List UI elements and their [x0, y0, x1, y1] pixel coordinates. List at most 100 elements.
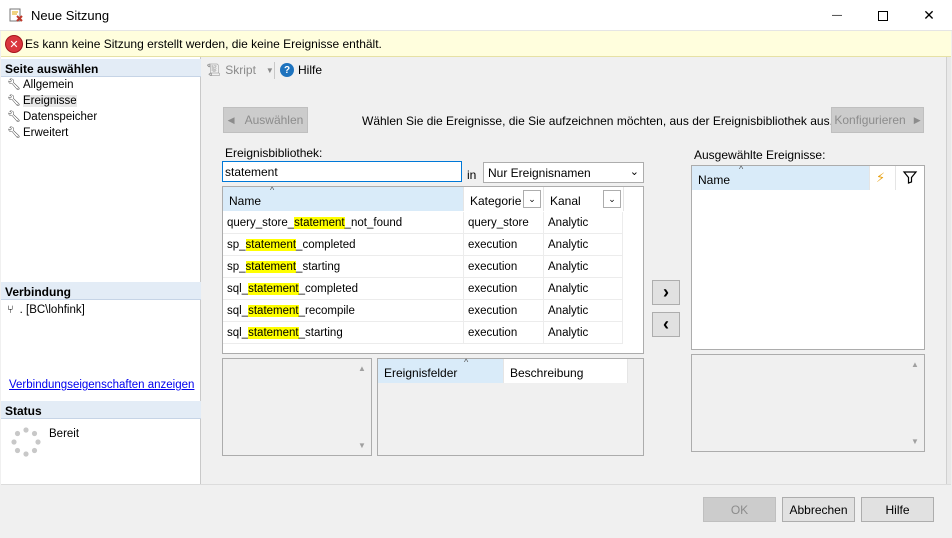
scroll-up-icon[interactable]: ▲ — [907, 360, 923, 369]
scroll-up-icon[interactable]: ▲ — [354, 364, 370, 373]
script-button[interactable]: 📜︎ Skript ▼ — [206, 63, 274, 77]
connection-row: ⑂ . [BC\lohfink] — [7, 304, 85, 316]
filter-select[interactable]: Nur Ereignisnamen ⌄ — [483, 162, 644, 183]
filter-select-value: Nur Ereignisnamen — [488, 166, 591, 180]
app-icon — [8, 7, 24, 23]
column-header-category[interactable]: Kategorie ⌄ — [464, 187, 544, 211]
name-suffix: _not_found — [344, 217, 403, 229]
channel-cell: Analytic — [544, 300, 623, 322]
maximize-icon — [878, 10, 888, 21]
title-bar: Neue Sitzung — ✕ — [0, 0, 952, 31]
wrench-icon: 🔧︎ — [7, 79, 21, 91]
table-row[interactable]: sp_statement_completed execution Analyti… — [223, 234, 623, 256]
sort-ascending-icon: ^ — [739, 164, 744, 174]
name-suffix: _recompile — [298, 305, 355, 317]
help-button[interactable]: ? Hilfe — [280, 63, 322, 77]
column-header-filter[interactable] — [896, 166, 924, 190]
in-label: in — [467, 168, 477, 182]
remove-event-button[interactable]: ‹ — [652, 312, 680, 337]
column-header-label: Name — [229, 194, 262, 208]
library-label: Ereignisbibliothek: — [225, 146, 323, 160]
left-panel: Seite auswählen 🔧︎ Allgemein 🔧︎ Ereignis… — [1, 57, 201, 484]
name-prefix: sql_ — [227, 305, 249, 317]
vertical-scrollbar[interactable]: ▲ ▼ — [354, 359, 371, 455]
column-header-actions[interactable]: ⚡︎ — [870, 166, 896, 190]
configure-button-label: Konfigurieren — [834, 113, 906, 127]
column-header-label: Name — [698, 173, 731, 187]
name-prefix: sp_ — [227, 239, 246, 251]
selected-events-label: Ausgewählte Ereignisse: — [694, 148, 826, 162]
connection-header: Verbindung — [1, 282, 201, 300]
sort-ascending-icon: ^ — [270, 185, 275, 195]
instruction-text: Wählen Sie die Ereignisse, die Sie aufze… — [362, 114, 833, 128]
filter-dropdown-icon[interactable]: ⌄ — [523, 190, 541, 208]
nav-item-label: Datenspeicher — [23, 111, 98, 123]
scroll-down-icon[interactable]: ▼ — [354, 441, 370, 450]
progress-spinner-icon — [10, 426, 42, 458]
nav-item-datenspeicher[interactable]: 🔧︎ Datenspeicher — [7, 109, 97, 125]
chevron-left-icon: ‹ — [663, 314, 669, 334]
toolbar: 📜︎ Skript ▼ ? Hilfe — [202, 57, 946, 84]
search-highlight: statement — [248, 305, 299, 317]
table-row[interactable]: sp_statement_starting execution Analytic — [223, 256, 623, 278]
column-header-name[interactable]: ^ Name — [223, 185, 464, 211]
name-suffix: _starting — [298, 327, 343, 339]
select-button[interactable]: ◀ Auswählen — [223, 107, 308, 133]
minimize-button[interactable]: — — [814, 0, 860, 31]
search-highlight: statement — [294, 217, 345, 229]
connection-properties-link[interactable]: Verbindungseigenschaften anzeigen — [9, 379, 194, 391]
wrench-icon: 🔧︎ — [7, 127, 21, 139]
footer-help-button[interactable]: Hilfe — [861, 497, 934, 522]
status-header: Status — [1, 401, 201, 419]
window-title: Neue Sitzung — [31, 8, 110, 23]
status-value: Bereit — [49, 428, 80, 440]
add-event-button[interactable]: › — [652, 280, 680, 305]
lightning-icon: ⚡︎ — [876, 170, 886, 185]
connection-value: . [BC\lohfink] — [19, 304, 85, 316]
channel-cell: Analytic — [544, 212, 623, 234]
column-header-name[interactable]: ^ Name — [692, 164, 870, 190]
search-input[interactable]: statement — [222, 161, 462, 182]
nav-item-ereignisse[interactable]: 🔧︎ Ereignisse — [7, 93, 77, 109]
wrench-icon: 🔧︎ — [7, 111, 21, 123]
configure-button[interactable]: Konfigurieren ▶ — [831, 107, 924, 133]
connection-icon: ⑂ — [7, 304, 14, 316]
nav-item-label: Ereignisse — [23, 95, 77, 107]
channel-cell: Analytic — [544, 234, 623, 256]
search-highlight: statement — [245, 239, 297, 251]
close-button[interactable]: ✕ — [906, 0, 952, 31]
help-icon: ? — [280, 63, 294, 77]
chevron-left-icon: ◀ — [227, 114, 235, 125]
filter-dropdown-icon[interactable]: ⌄ — [603, 190, 621, 208]
filter-icon — [902, 171, 918, 184]
nav-item-erweitert[interactable]: 🔧︎ Erweitert — [7, 125, 68, 141]
table-row[interactable]: sql_statement_starting execution Analyti… — [223, 322, 623, 344]
nav-item-label: Erweitert — [23, 127, 69, 139]
column-header-fields[interactable]: ^ Ereignisfelder — [378, 357, 504, 383]
ok-button[interactable]: OK — [703, 497, 776, 522]
nav-item-allgemein[interactable]: 🔧︎ Allgemein — [7, 77, 74, 93]
column-header-label: Beschreibung — [510, 366, 584, 380]
name-prefix: query_store_ — [227, 217, 295, 229]
channel-cell: Analytic — [544, 256, 623, 278]
table-row[interactable]: query_store_statement_not_found query_st… — [223, 212, 623, 234]
event-description-box: ▲ ▼ — [222, 358, 372, 456]
selected-events-grid: ^ Name ⚡︎ — [691, 164, 925, 350]
table-row[interactable]: sql_statement_recompile execution Analyt… — [223, 300, 623, 322]
column-header-label: Kategorie — [470, 194, 522, 208]
column-header-description[interactable]: Beschreibung — [504, 359, 628, 383]
maximize-button[interactable] — [860, 0, 906, 31]
name-suffix: _completed — [298, 283, 359, 295]
vertical-scrollbar[interactable]: ▲ ▼ — [907, 355, 924, 451]
scroll-down-icon[interactable]: ▼ — [907, 437, 923, 446]
event-name-cell: query_store_statement_not_found — [223, 212, 464, 234]
table-row[interactable]: sql_statement_completed execution Analyt… — [223, 278, 623, 300]
event-name-cell: sql_statement_starting — [223, 322, 464, 344]
event-library-grid: ^ Name Kategorie ⌄ Kanal ⌄ query_store_s… — [222, 185, 644, 354]
chevron-down-icon: ▼ — [265, 65, 274, 75]
cancel-button[interactable]: Abbrechen — [782, 497, 855, 522]
name-prefix: sql_ — [227, 283, 249, 295]
column-header-channel[interactable]: Kanal ⌄ — [544, 187, 624, 211]
category-cell: execution — [464, 278, 544, 300]
chevron-right-icon: › — [663, 282, 669, 302]
